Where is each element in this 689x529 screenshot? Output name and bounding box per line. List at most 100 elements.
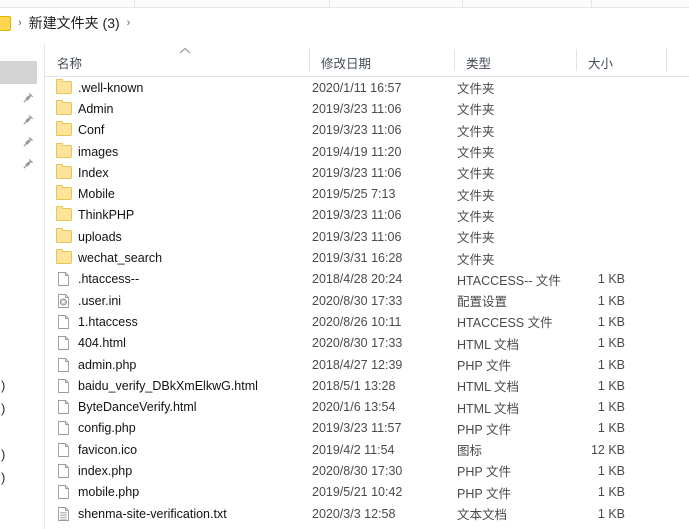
column-header-date-modified[interactable]: 修改日期 [321,53,371,72]
date-modified-cell: 2020/1/6 13:54 [312,400,396,415]
row-icon [56,99,72,117]
type-cell: 文件夹 [457,146,495,161]
file-name-cell: .htaccess-- [78,272,140,287]
row-icon [56,357,72,373]
nav-item-clipped[interactable]: ) [1,448,5,461]
column-header-size[interactable]: 大小 [588,53,613,72]
type-cell: HTML 文档 [457,380,520,395]
date-modified-cell: 2018/4/27 12:39 [312,357,403,372]
column-divider[interactable] [576,49,577,71]
file-list-row[interactable]: Index 2019/3/23 11:06 文件夹 [45,162,689,183]
file-list-row[interactable]: 404.html 2020/8/30 17:33 HTML 文档 1 KB [45,333,689,354]
pin-icon[interactable] [22,136,34,148]
nav-item-clipped[interactable]: ) [1,471,5,484]
file-icon [58,336,69,351]
row-icon [56,420,72,436]
file-name-cell: 1.htaccess [78,314,138,329]
file-icon [58,357,69,372]
file-list-row[interactable]: Admin 2019/3/23 11:06 文件夹 [45,98,689,119]
navigation-pane[interactable]: ) ) ) ) [0,44,45,529]
type-cell: HTML 文档 [457,337,520,352]
config-icon [58,293,69,308]
file-list-row[interactable]: .htaccess-- 2018/4/28 20:24 HTACCESS-- 文件 1… [45,269,689,290]
file-list-row[interactable]: index.php 2020/8/30 17:30 PHP 文件 1 KB [45,460,689,481]
size-cell: 1 KB [597,485,625,500]
pin-icon[interactable] [22,158,34,170]
size-cell: 1 KB [597,272,625,287]
file-name-cell: index.php [78,463,133,478]
type-cell: 文件夹 [457,103,495,118]
file-list-row[interactable]: wechat_search 2019/3/31 16:28 文件夹 [45,247,689,268]
nav-item-clipped[interactable]: ) [1,402,5,415]
type-cell: PHP 文件 [457,486,511,501]
file-list-row[interactable]: ThinkPHP 2019/3/23 11:06 文件夹 [45,205,689,226]
column-header-type[interactable]: 类型 [466,53,491,72]
column-divider[interactable] [666,49,667,71]
file-name-cell: mobile.php [78,485,140,500]
type-cell: PHP 文件 [457,465,511,480]
type-cell: 图标 [457,444,483,459]
file-list-row[interactable]: admin.php 2018/4/27 12:39 PHP 文件 1 KB [45,354,689,375]
file-name-cell: config.php [78,421,136,436]
file-name-cell: Admin [78,101,114,116]
date-modified-cell: 2020/1/11 16:57 [312,80,402,95]
file-icon [58,442,69,457]
row-icon [56,271,72,287]
row-icon [56,399,72,415]
date-modified-cell: 2020/8/26 10:11 [312,314,402,329]
type-cell: 配置设置 [457,295,508,310]
date-modified-cell: 2020/8/30 17:33 [312,293,403,308]
file-list-row[interactable]: ByteDanceVerify.html 2020/1/6 13:54 HTML 文… [45,396,689,417]
chevron-right-icon[interactable]: › [11,17,29,29]
file-icon [58,421,69,436]
pin-icon[interactable] [22,114,34,126]
folder-icon [56,78,72,94]
file-list-row[interactable]: uploads 2019/3/23 11:06 文件夹 [45,226,689,247]
file-list-row[interactable]: .well-known 2020/1/11 16:57 文件夹 [45,77,689,98]
file-list-row[interactable]: baidu_verify_DBkXmElkwG.html 2018/5/1 13:… [45,375,689,396]
file-list-row[interactable]: 1.htaccess 2020/8/26 10:11 HTACCESS 文件 1 KB [45,311,689,332]
pin-icon[interactable] [22,92,34,104]
file-name-cell: Mobile [78,187,115,202]
nav-selected-item[interactable] [0,61,37,84]
row-icon [56,121,72,138]
file-list-row[interactable]: .user.ini 2020/8/30 17:33 配置设置 1 KB [45,290,689,311]
date-modified-cell: 2019/5/25 7:13 [312,187,396,202]
nav-item-clipped[interactable]: ) [1,379,5,392]
row-icon [56,463,72,479]
folder-icon [56,163,72,179]
address-bar[interactable]: › 新建文件夹 (3) › [0,8,689,38]
ribbon-separator [134,0,135,7]
file-list-row[interactable]: favicon.ico 2019/4/2 11:54 图标 12 KB [45,439,689,460]
size-cell: 1 KB [597,506,625,521]
chevron-right-icon[interactable]: › [120,17,138,29]
column-header-name[interactable]: 名称 [57,53,82,72]
file-name-cell: admin.php [78,357,137,372]
column-divider[interactable] [309,49,310,71]
column-divider[interactable] [454,49,455,71]
file-list-row[interactable]: mobile.php 2019/5/21 10:42 PHP 文件 1 KB [45,482,689,503]
file-list-row[interactable]: Conf 2019/3/23 11:06 文件夹 [45,120,689,141]
type-cell: 文件夹 [457,188,495,203]
file-name-cell: .user.ini [78,293,122,308]
column-header-row: 名称 修改日期 类型 大小 [45,44,689,77]
type-cell: 文件夹 [457,124,495,139]
date-modified-cell: 2019/5/21 10:42 [312,485,403,500]
ribbon-separator [462,0,463,7]
date-modified-cell: 2019/3/23 11:06 [312,123,402,138]
date-modified-cell: 2018/4/28 20:24 [312,272,403,287]
file-icon [58,485,69,500]
size-cell: 1 KB [597,463,625,478]
row-icon [56,314,72,330]
file-list-row[interactable]: shenma-site-verification.txt 2020/3/3 12:… [45,503,689,524]
row-icon [56,185,72,202]
file-list[interactable]: .well-known 2020/1/11 16:57 文件夹 Admin 2019/3… [45,77,689,529]
date-modified-cell: 2019/4/19 11:20 [312,144,402,159]
file-list-row[interactable]: images 2019/4/19 11:20 文件夹 [45,141,689,162]
date-modified-cell: 2019/4/2 11:54 [312,442,395,457]
breadcrumb-current-folder[interactable]: 新建文件夹 (3) [29,13,120,33]
file-name-cell: uploads [78,229,122,244]
file-list-row[interactable]: config.php 2019/3/23 11:57 PHP 文件 1 KB [45,418,689,439]
folder-icon [56,249,72,265]
file-list-row[interactable]: Mobile 2019/5/25 7:13 文件夹 [45,183,689,204]
